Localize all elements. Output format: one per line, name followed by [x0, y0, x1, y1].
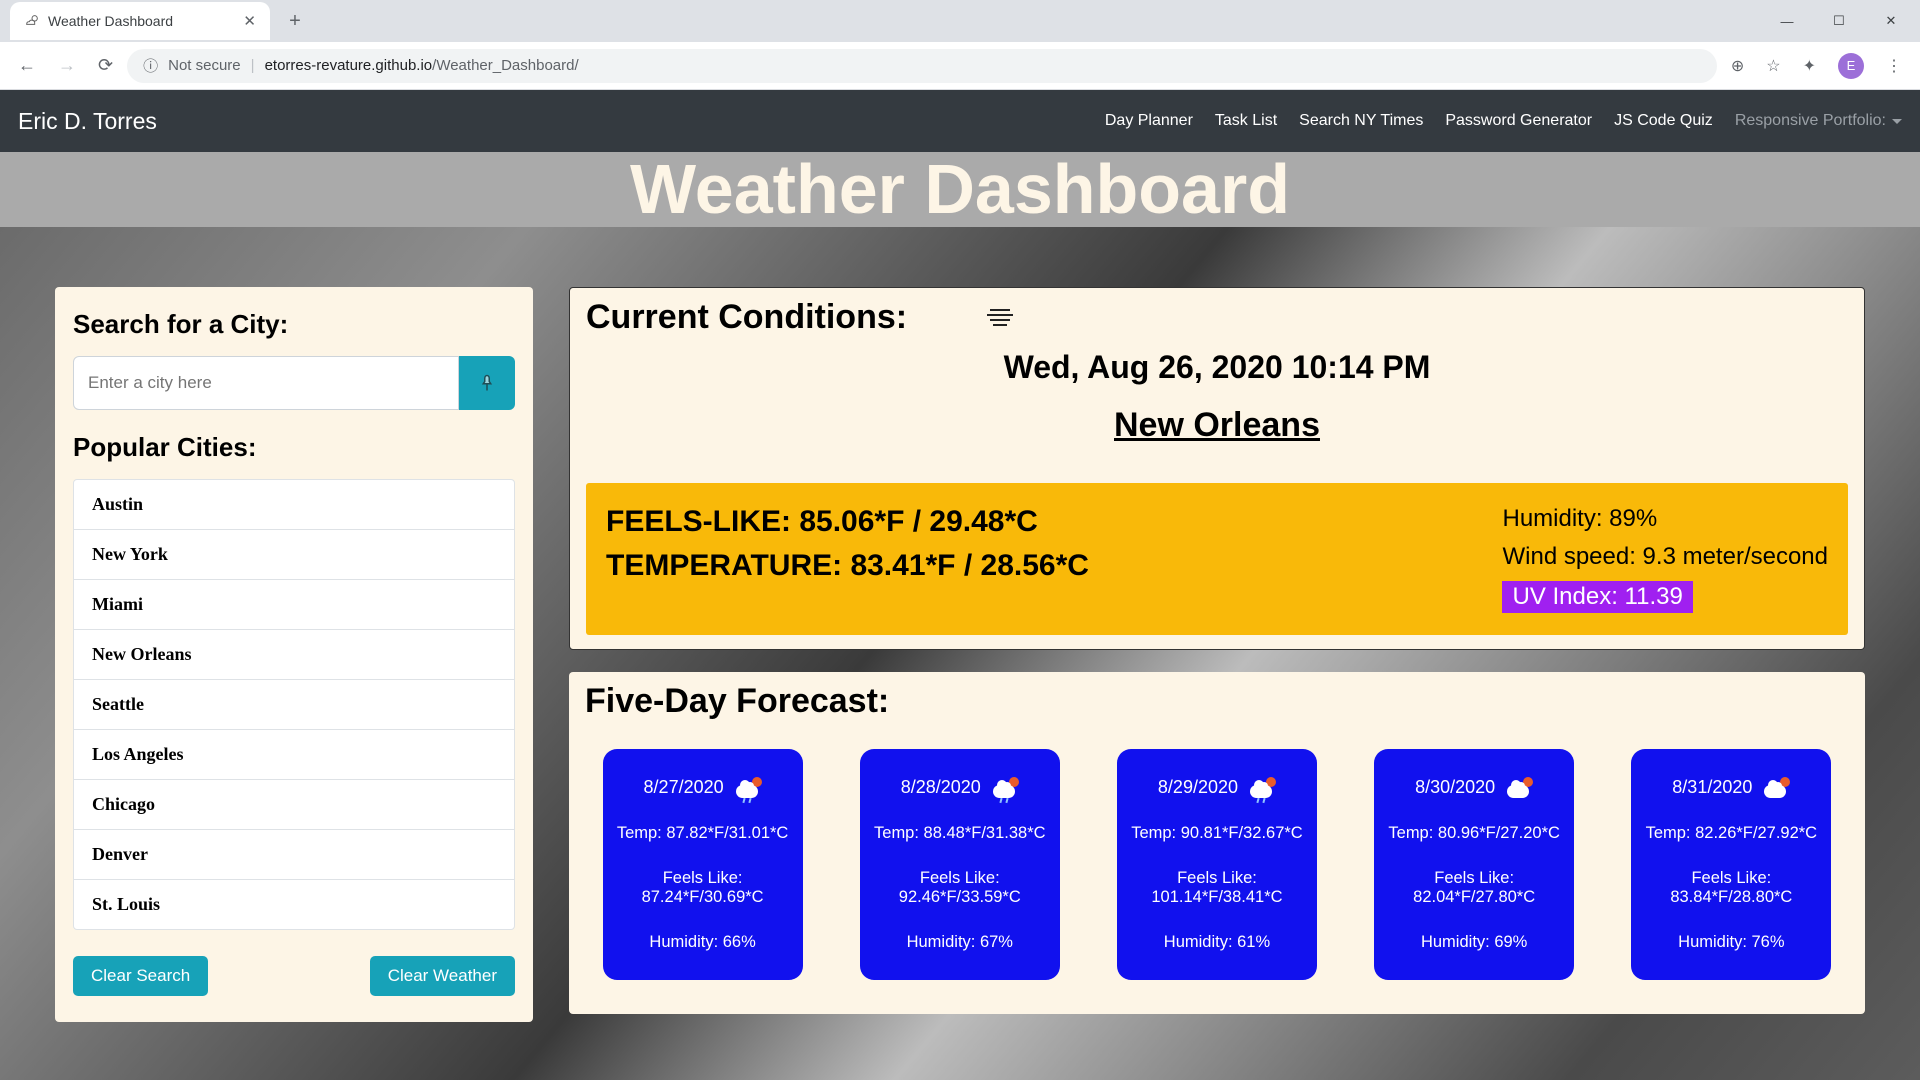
forecast-day: 8/27/2020 Temp: 87.82*F/31.01*C Feels Like…: [603, 749, 803, 980]
forecast-feels-like: Feels Like: 82.04*F/27.80*C: [1384, 869, 1564, 907]
forecast-feels-like: Feels Like: 87.24*F/30.69*C: [613, 869, 793, 907]
forecast-date: 8/28/2020: [901, 777, 981, 798]
search-button[interactable]: [459, 356, 515, 410]
bookmark-icon[interactable]: ☆: [1766, 56, 1780, 76]
forecast-humidity: Humidity: 76%: [1641, 933, 1821, 952]
current-city: New Orleans: [586, 406, 1848, 445]
nav-link[interactable]: Day Planner: [1105, 112, 1193, 130]
humidity-value: Humidity: 89%: [1502, 505, 1828, 533]
nav-link[interactable]: Search NY Times: [1299, 112, 1423, 130]
pin-icon: [478, 372, 496, 394]
chevron-down-icon: [1892, 119, 1902, 124]
search-label: Search for a City:: [73, 309, 515, 340]
forecast-day: 8/29/2020 Temp: 90.81*F/32.67*C Feels Like…: [1117, 749, 1317, 980]
partly-cloudy-icon: [1764, 778, 1790, 798]
city-item[interactable]: Miami: [74, 580, 514, 630]
forecast-day: 8/30/2020 Temp: 80.96*F/27.20*C Feels Like…: [1374, 749, 1574, 980]
rain-cloud-icon: [993, 778, 1019, 798]
forward-icon[interactable]: →: [58, 55, 76, 76]
window-controls: — ☐ ✕: [1762, 1, 1920, 41]
feels-like-value: FEELS-LIKE: 85.06*F / 29.48*C: [606, 505, 1089, 539]
current-heading: Current Conditions:: [586, 298, 907, 337]
zoom-icon[interactable]: ⊕: [1731, 56, 1744, 76]
navbar-links: Day Planner Task List Search NY Times Pa…: [1105, 112, 1902, 130]
city-item[interactable]: Denver: [74, 830, 514, 880]
forecast-row: 8/27/2020 Temp: 87.82*F/31.01*C Feels Like…: [585, 749, 1849, 980]
address-bar: ← → ⟳ ⓘ Not secure | etorres-revature.gi…: [0, 42, 1920, 90]
forecast-temp: Temp: 90.81*F/32.67*C: [1127, 824, 1307, 843]
app-navbar: Eric D. Torres Day Planner Task List Sea…: [0, 90, 1920, 152]
forecast-humidity: Humidity: 69%: [1384, 933, 1564, 952]
info-icon: ⓘ: [143, 55, 158, 76]
url-field[interactable]: ⓘ Not secure | etorres-revature.github.i…: [127, 49, 1717, 83]
main-content: Current Conditions: Wed, Aug 26, 2020 10…: [569, 287, 1865, 1014]
city-item[interactable]: Los Angeles: [74, 730, 514, 780]
forecast-temp: Temp: 88.48*F/31.38*C: [870, 824, 1050, 843]
forecast-date: 8/27/2020: [644, 777, 724, 798]
wind-value: Wind speed: 9.3 meter/second: [1502, 543, 1828, 571]
city-item[interactable]: New Orleans: [74, 630, 514, 680]
city-item[interactable]: St. Louis: [74, 880, 514, 929]
forecast-card: Five-Day Forecast: 8/27/2020 Temp: 87.82*…: [569, 672, 1865, 1014]
url-text: etorres-revature.github.io/Weather_Dashb…: [265, 57, 579, 74]
page-title: Weather Dashboard: [0, 152, 1920, 227]
city-item[interactable]: Chicago: [74, 780, 514, 830]
popular-cities-label: Popular Cities:: [73, 432, 515, 463]
forecast-temp: Temp: 80.96*F/27.20*C: [1384, 824, 1564, 843]
fog-icon: [987, 309, 1013, 326]
page-header: Weather Dashboard: [0, 152, 1920, 227]
nav-dropdown-portfolio[interactable]: Responsive Portfolio:: [1735, 112, 1902, 130]
clear-search-button[interactable]: Clear Search: [73, 956, 208, 996]
current-datetime: Wed, Aug 26, 2020 10:14 PM: [586, 349, 1848, 386]
forecast-date: 8/30/2020: [1415, 777, 1495, 798]
extensions-icon[interactable]: ✦: [1803, 56, 1816, 76]
new-tab-button[interactable]: +: [280, 6, 310, 36]
forecast-day: 8/28/2020 Temp: 88.48*F/31.38*C Feels Like…: [860, 749, 1060, 980]
menu-icon[interactable]: ⋮: [1886, 56, 1902, 76]
forecast-feels-like: Feels Like: 83.84*F/28.80*C: [1641, 869, 1821, 907]
rain-cloud-icon: [736, 778, 762, 798]
forecast-temp: Temp: 87.82*F/31.01*C: [613, 824, 793, 843]
forecast-feels-like: Feels Like: 92.46*F/33.59*C: [870, 869, 1050, 907]
reload-icon[interactable]: ⟳: [98, 55, 113, 76]
partly-cloudy-icon: [1507, 778, 1533, 798]
nav-link[interactable]: Password Generator: [1445, 112, 1592, 130]
tab-title: Weather Dashboard: [48, 13, 173, 29]
forecast-temp: Temp: 82.26*F/27.92*C: [1641, 824, 1821, 843]
favicon-weather-icon: [24, 13, 40, 29]
maximize-icon[interactable]: ☐: [1814, 1, 1864, 41]
forecast-humidity: Humidity: 61%: [1127, 933, 1307, 952]
minimize-icon[interactable]: —: [1762, 1, 1812, 41]
nav-link[interactable]: Task List: [1215, 112, 1277, 130]
tab-close-icon[interactable]: ✕: [243, 12, 256, 30]
current-conditions-card: Current Conditions: Wed, Aug 26, 2020 10…: [569, 287, 1865, 650]
current-metrics: FEELS-LIKE: 85.06*F / 29.48*C TEMPERATUR…: [586, 483, 1848, 635]
security-label: Not secure: [168, 57, 241, 74]
forecast-feels-like: Feels Like: 101.14*F/38.41*C: [1127, 869, 1307, 907]
city-item[interactable]: Austin: [74, 480, 514, 530]
tab-bar: Weather Dashboard ✕ + — ☐ ✕: [0, 0, 1920, 42]
forecast-humidity: Humidity: 67%: [870, 933, 1050, 952]
city-search-input[interactable]: [73, 356, 459, 410]
city-item[interactable]: New York: [74, 530, 514, 580]
back-icon[interactable]: ←: [18, 55, 36, 76]
forecast-humidity: Humidity: 66%: [613, 933, 793, 952]
forecast-heading: Five-Day Forecast:: [585, 682, 1849, 721]
city-item[interactable]: Seattle: [74, 680, 514, 730]
forecast-date: 8/31/2020: [1672, 777, 1752, 798]
forecast-date: 8/29/2020: [1158, 777, 1238, 798]
search-sidebar: Search for a City: Popular Cities: Austi…: [55, 287, 533, 1022]
rain-cloud-icon: [1250, 778, 1276, 798]
nav-link[interactable]: JS Code Quiz: [1614, 112, 1713, 130]
profile-avatar[interactable]: E: [1838, 53, 1864, 79]
close-window-icon[interactable]: ✕: [1866, 1, 1916, 41]
city-list: Austin New York Miami New Orleans Seattl…: [73, 479, 515, 930]
clear-weather-button[interactable]: Clear Weather: [370, 956, 515, 996]
uv-index-value: UV Index: 11.39: [1502, 581, 1692, 613]
browser-tab[interactable]: Weather Dashboard ✕: [10, 2, 270, 40]
forecast-day: 8/31/2020 Temp: 82.26*F/27.92*C Feels Like…: [1631, 749, 1831, 980]
navbar-brand[interactable]: Eric D. Torres: [18, 108, 157, 135]
temperature-value: TEMPERATURE: 83.41*F / 28.56*C: [606, 549, 1089, 583]
browser-chrome: Weather Dashboard ✕ + — ☐ ✕ ← → ⟳ ⓘ Not …: [0, 0, 1920, 90]
